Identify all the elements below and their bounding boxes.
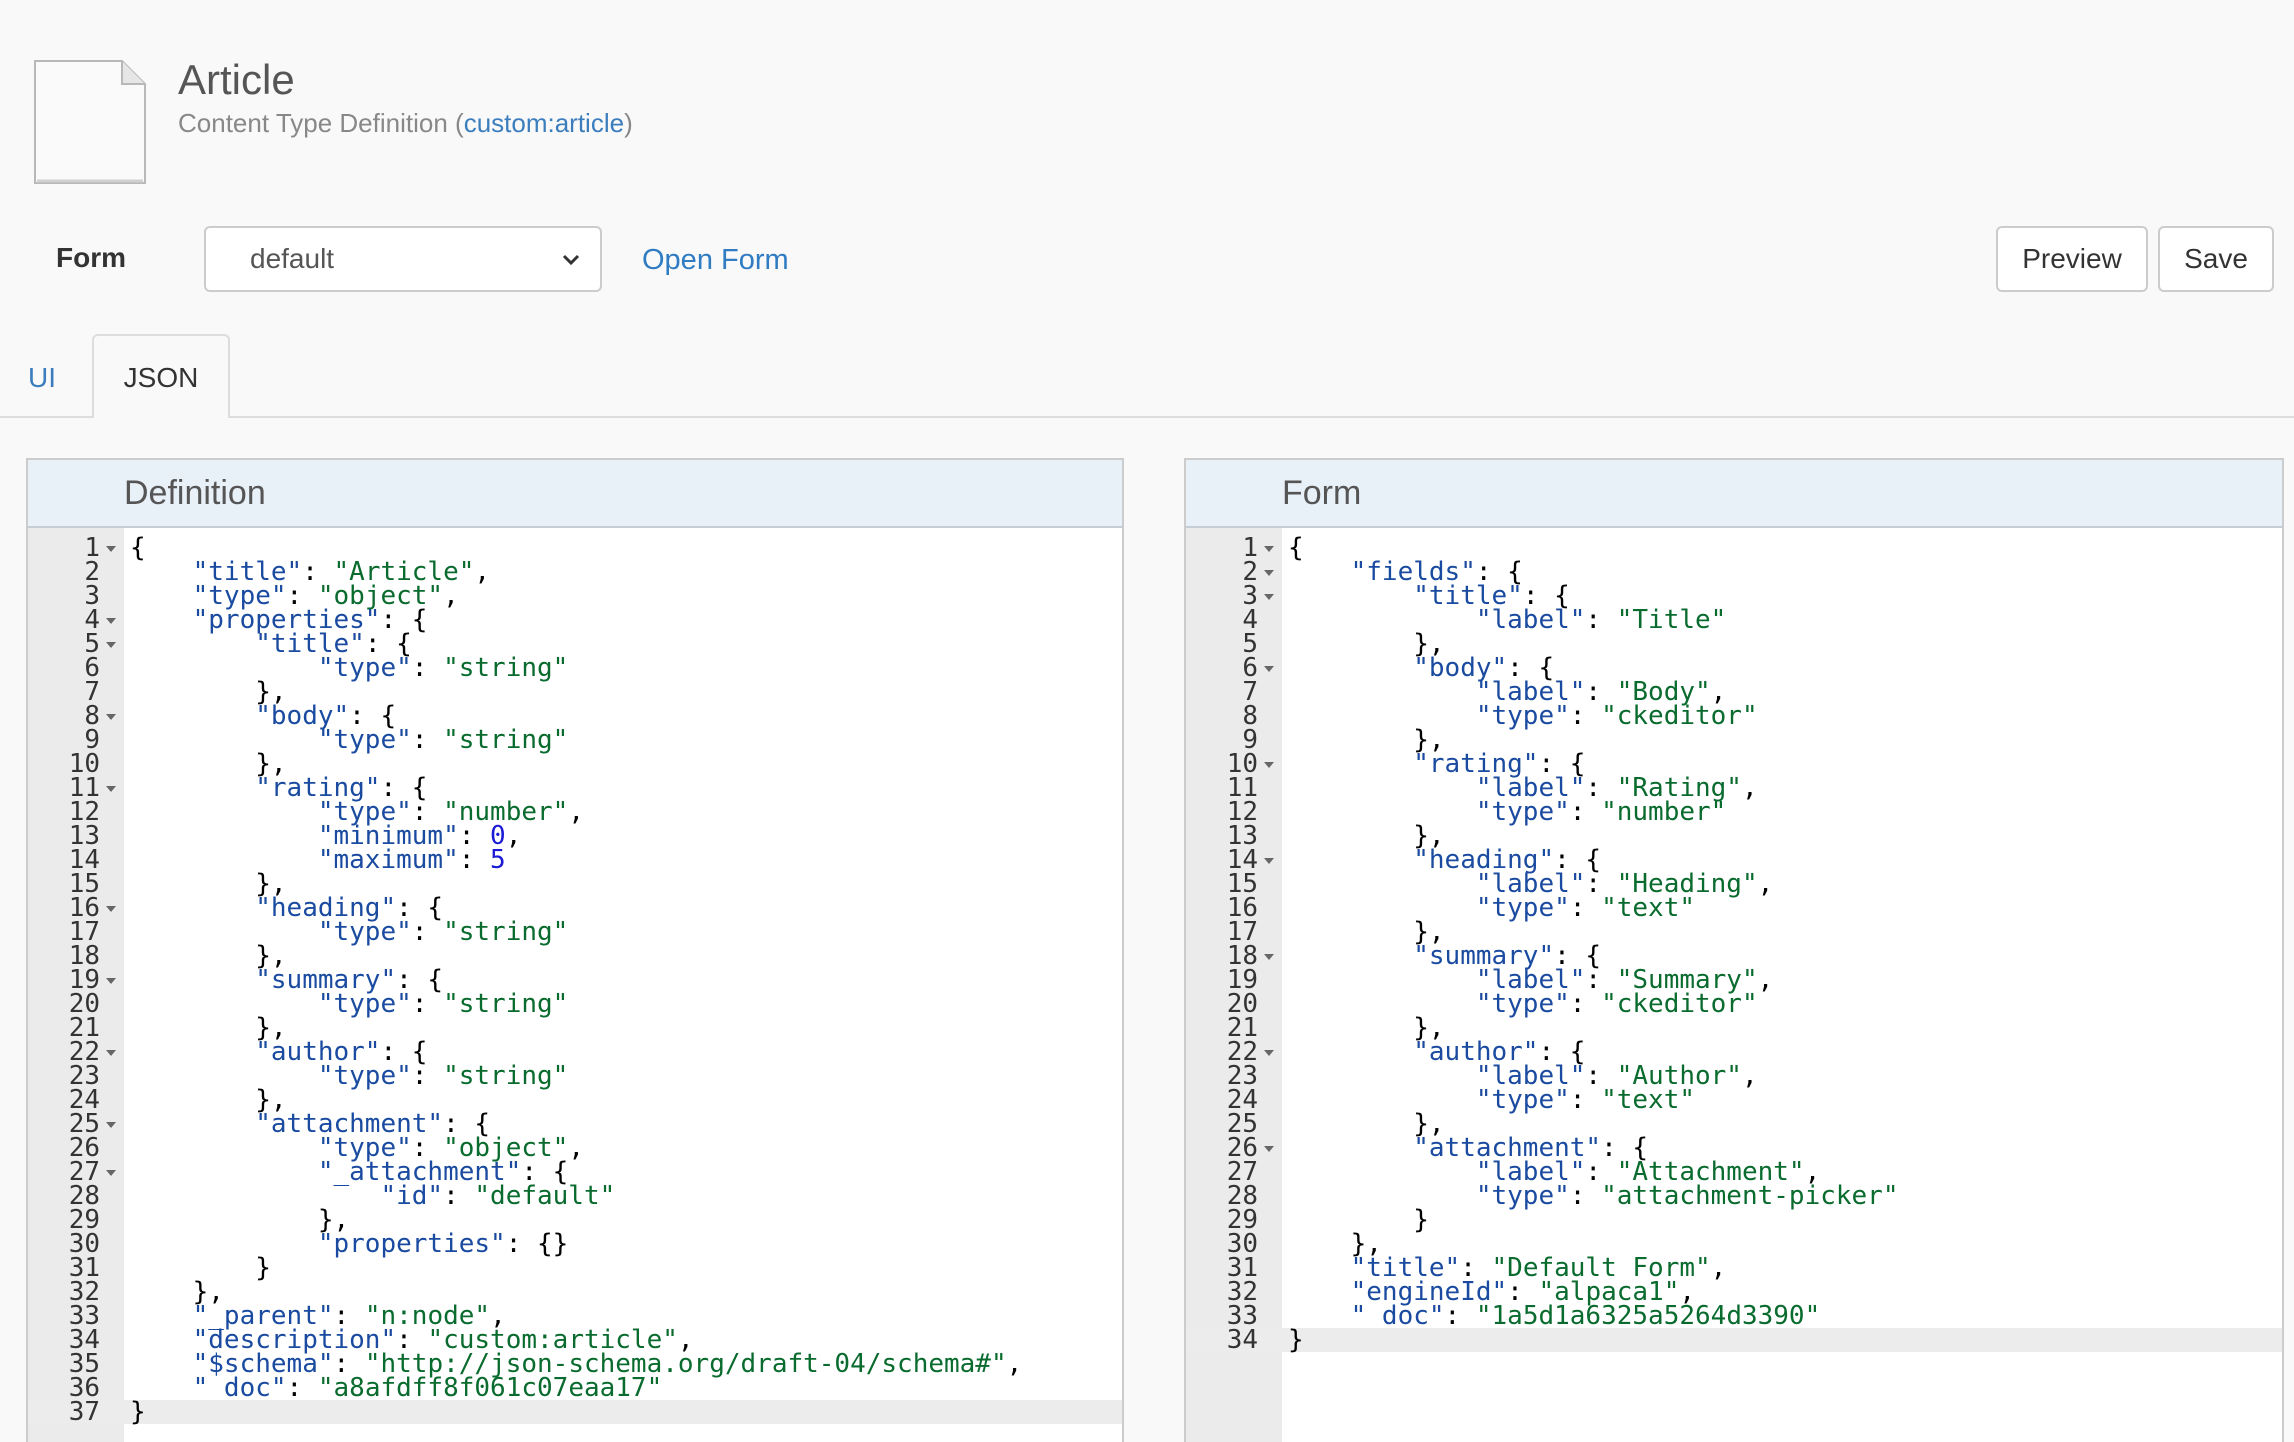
fold-toggle-icon[interactable] bbox=[1264, 1146, 1274, 1152]
code-line: 34} bbox=[1186, 1325, 2282, 1355]
fold-toggle-icon[interactable] bbox=[1264, 954, 1274, 960]
tabs-divider bbox=[0, 416, 2294, 418]
fold-toggle-icon[interactable] bbox=[106, 714, 116, 720]
fold-toggle-icon[interactable] bbox=[106, 978, 116, 984]
definition-panel-title: Definition bbox=[28, 460, 1122, 528]
chevron-down-icon bbox=[562, 254, 580, 266]
line-number: 37 bbox=[68, 1397, 100, 1427]
document-icon bbox=[34, 60, 146, 184]
definition-code-editor[interactable]: 1{2 "title": "Article", 3 "type": "object… bbox=[28, 528, 1122, 1442]
form-select-value: default bbox=[250, 243, 335, 274]
open-form-link[interactable]: Open Form bbox=[642, 244, 789, 277]
fold-toggle-icon[interactable] bbox=[106, 546, 116, 552]
fold-toggle-icon[interactable] bbox=[106, 618, 116, 624]
preview-button[interactable]: Preview bbox=[1996, 226, 2148, 292]
code-text: } bbox=[130, 1397, 146, 1427]
fold-toggle-icon[interactable] bbox=[1264, 858, 1274, 864]
code-text: } bbox=[1288, 1325, 1304, 1355]
form-label: Form bbox=[56, 242, 126, 273]
form-code-editor[interactable]: 1{2 "fields": {3 "title": {4 "label": "T… bbox=[1186, 528, 2282, 1442]
fold-toggle-icon[interactable] bbox=[106, 906, 116, 912]
form-panel-title: Form bbox=[1186, 460, 2282, 528]
definition-panel: Definition 1{2 "title": "Article", 3 "typ… bbox=[26, 458, 1124, 1442]
fold-toggle-icon[interactable] bbox=[106, 1050, 116, 1056]
form-panel: Form 1{2 "fields": {3 "title": {4 "label… bbox=[1184, 458, 2284, 1442]
save-button[interactable]: Save bbox=[2158, 226, 2274, 292]
code-line: 37} bbox=[28, 1397, 1122, 1427]
form-select[interactable]: default bbox=[204, 226, 602, 292]
page-title: Article bbox=[178, 56, 295, 103]
line-number: 34 bbox=[1226, 1325, 1258, 1355]
form-code: 1{2 "fields": {3 "title": {4 "label": "T… bbox=[1186, 535, 2282, 1355]
code-text: "_doc": "1a5d1a6325a5264d3390" bbox=[1350, 1301, 1821, 1331]
code-line: 33 "_doc": "1a5d1a6325a5264d3390" bbox=[1186, 1301, 2282, 1331]
fold-toggle-icon[interactable] bbox=[1264, 594, 1274, 600]
fold-toggle-icon[interactable] bbox=[1264, 1050, 1274, 1056]
subtitle-prefix: Content Type Definition ( bbox=[178, 108, 464, 138]
fold-toggle-icon[interactable] bbox=[106, 642, 116, 648]
fold-toggle-icon[interactable] bbox=[106, 1170, 116, 1176]
code-text: "_doc": "a8afdff8f061c07eaa17" bbox=[192, 1373, 663, 1403]
definition-code: 1{2 "title": "Article", 3 "type": "object… bbox=[28, 535, 1122, 1427]
code-line: 36 "_doc": "a8afdff8f061c07eaa17" bbox=[28, 1373, 1122, 1403]
tab-json[interactable]: JSON bbox=[92, 334, 230, 418]
fold-toggle-icon[interactable] bbox=[1264, 570, 1274, 576]
content-type-qname-link[interactable]: custom:article bbox=[464, 108, 624, 138]
fold-toggle-icon[interactable] bbox=[106, 1122, 116, 1128]
fold-toggle-icon[interactable] bbox=[1264, 546, 1274, 552]
page-subtitle: Content Type Definition (custom:article) bbox=[178, 108, 633, 139]
fold-toggle-icon[interactable] bbox=[106, 786, 116, 792]
tab-ui[interactable]: UI bbox=[28, 362, 56, 394]
fold-toggle-icon[interactable] bbox=[1264, 666, 1274, 672]
subtitle-suffix: ) bbox=[624, 108, 633, 138]
fold-toggle-icon[interactable] bbox=[1264, 762, 1274, 768]
